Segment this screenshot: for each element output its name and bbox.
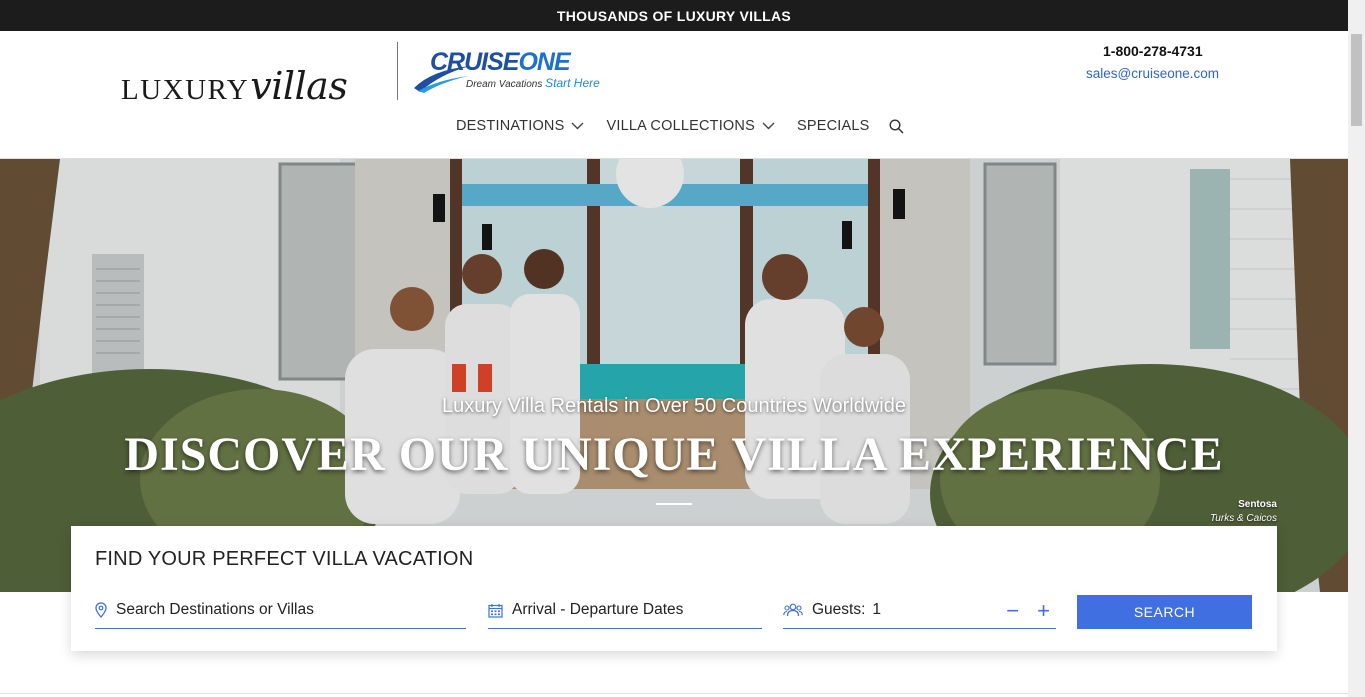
page-scrollbar[interactable] [1348, 0, 1365, 697]
nav-villa-collections[interactable]: VILLA COLLECTIONS [606, 118, 775, 134]
hero-subtitle: Luxury Villa Rentals in Over 50 Countrie… [442, 395, 906, 417]
scrollbar-thumb[interactable] [1351, 34, 1362, 126]
dates-placeholder: Arrival - Departure Dates [512, 601, 684, 618]
guests-label: Guests: [812, 601, 866, 618]
hero-title: DISCOVER OUR UNIQUE VILLA EXPERIENCE [124, 428, 1224, 481]
search-button[interactable]: SEARCH [1077, 595, 1252, 629]
guests-count: 1 [872, 601, 882, 618]
luxury-villas-logo[interactable]: LUXURY villas [121, 64, 348, 108]
contact-email-link[interactable]: sales@cruiseone.com [1086, 66, 1219, 81]
cruiseone-logo[interactable]: CRUISEONE Dream Vacations Start Here [412, 48, 612, 94]
cruiseone-tagline: Dream Vacations Start Here [466, 76, 600, 90]
nav-specials-label: SPECIALS [796, 118, 870, 134]
logo-villas-text: villas [250, 64, 348, 108]
main-navigation: DESTINATIONS VILLA COLLECTIONS SPECIALS [456, 118, 905, 134]
guests-field: Guests: 1 − + [783, 592, 1056, 629]
decrement-guests-button[interactable]: − [1006, 598, 1019, 624]
top-announcement-bar: THOUSANDS OF LUXURY VILLAS [0, 0, 1348, 31]
date-range-input[interactable]: Arrival - Departure Dates [488, 592, 762, 629]
announcement-text: THOUSANDS OF LUXURY VILLAS [556, 7, 792, 24]
calendar-icon [488, 603, 503, 618]
search-icon [889, 118, 905, 134]
nav-specials[interactable]: SPECIALS [797, 118, 870, 134]
nav-destinations-label: DESTINATIONS [456, 118, 565, 134]
increment-guests-button[interactable]: + [1037, 598, 1050, 624]
contact-phone[interactable]: 1-800-278-4731 [1103, 43, 1203, 59]
chevron-down-icon [762, 122, 775, 130]
destination-placeholder: Search Destinations or Villas [116, 601, 314, 618]
villa-search-card: FIND YOUR PERFECT VILLA VACATION Search … [71, 526, 1277, 651]
location-pin-icon [95, 602, 107, 618]
logo-luxury-text: LUXURY [121, 74, 250, 106]
destination-search-input[interactable]: Search Destinations or Villas [95, 592, 466, 629]
chevron-down-icon [571, 122, 584, 130]
site-header: LUXURY villas CRUISEONE Dream Vacations … [0, 31, 1348, 159]
guests-icon [783, 603, 803, 617]
photo-caption-villa: Sentosa [1238, 499, 1277, 510]
hero-divider [656, 503, 692, 505]
photo-caption-location: Turks & Caicos [1209, 513, 1277, 524]
guests-stepper: − + [1006, 598, 1050, 624]
cruiseone-wordmark: CRUISEONE [430, 48, 571, 76]
header-search-button[interactable] [889, 118, 905, 134]
nav-destinations[interactable]: DESTINATIONS [456, 118, 584, 134]
logo-divider [397, 42, 398, 100]
section-divider [0, 693, 1348, 694]
nav-villa-collections-label: VILLA COLLECTIONS [606, 118, 755, 134]
search-card-title: FIND YOUR PERFECT VILLA VACATION [95, 548, 474, 570]
